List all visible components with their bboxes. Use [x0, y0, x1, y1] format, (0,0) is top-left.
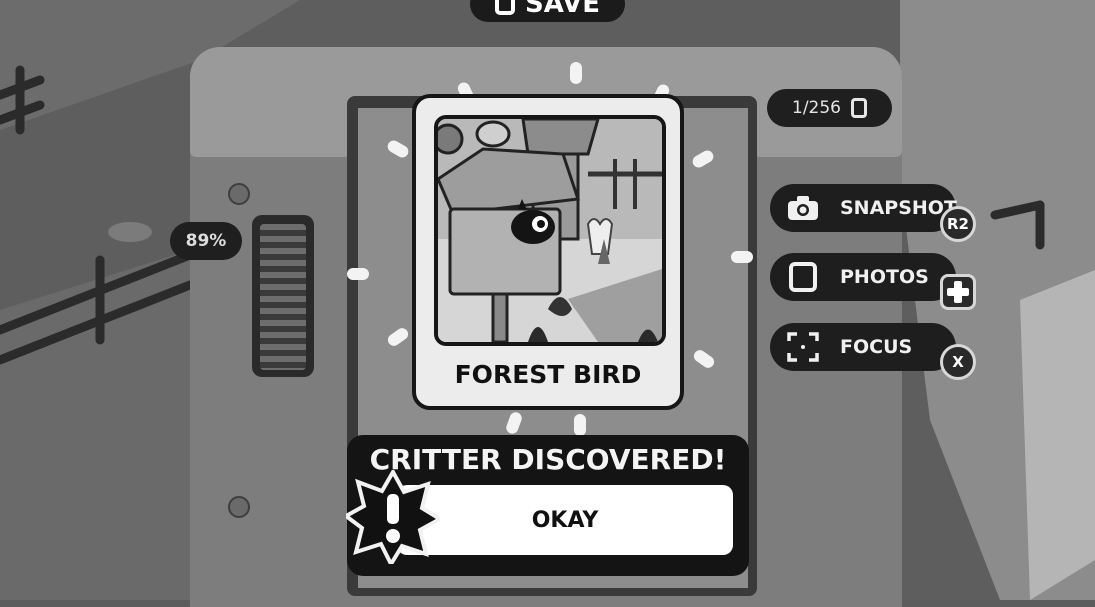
screw-icon [228, 496, 250, 518]
game-scene: 89% 1/256 SAVE SNAPSHOT R2 PHOTOS FOCUS … [0, 0, 1095, 607]
save-icon [495, 0, 516, 15]
r2-hint-label: R2 [947, 215, 969, 233]
birdhouse-scene-illustration [438, 119, 662, 342]
camera-icon [786, 193, 820, 223]
photo-counter: 1/256 [767, 89, 892, 127]
photo-frame-icon [786, 262, 820, 292]
okay-label: OKAY [531, 507, 599, 533]
photos-label: PHOTOS [840, 266, 929, 288]
zoom-dial-ridges [260, 224, 306, 370]
photo-card-icon [851, 98, 867, 118]
burst-ray [570, 62, 582, 84]
save-label: SAVE [525, 0, 600, 19]
x-hint-label: X [952, 353, 964, 371]
critter-name: FOREST BIRD [454, 360, 642, 389]
r2-button-hint: R2 [940, 206, 976, 242]
battery-indicator: 89% [170, 222, 242, 260]
x-button-hint: X [940, 344, 976, 380]
critter-photo [434, 115, 666, 346]
focus-brackets-icon [786, 332, 820, 362]
okay-button[interactable]: OKAY [397, 485, 733, 555]
burst-ray [731, 251, 753, 263]
burst-ray [574, 414, 586, 436]
focus-button[interactable]: FOCUS [770, 323, 956, 371]
burst-ray [347, 268, 369, 280]
snapshot-label: SNAPSHOT [840, 197, 957, 219]
critter-photo-card: FOREST BIRD [412, 94, 684, 410]
dpad-icon [940, 274, 976, 310]
snapshot-button[interactable]: SNAPSHOT [770, 184, 957, 232]
photos-button[interactable]: PHOTOS [770, 253, 956, 301]
save-button[interactable]: SAVE [470, 0, 625, 22]
battery-level: 89% [185, 231, 227, 251]
screw-icon [228, 183, 250, 205]
exclamation-icon [346, 470, 440, 564]
photo-count: 1/256 [792, 98, 841, 118]
focus-label: FOCUS [840, 336, 913, 358]
